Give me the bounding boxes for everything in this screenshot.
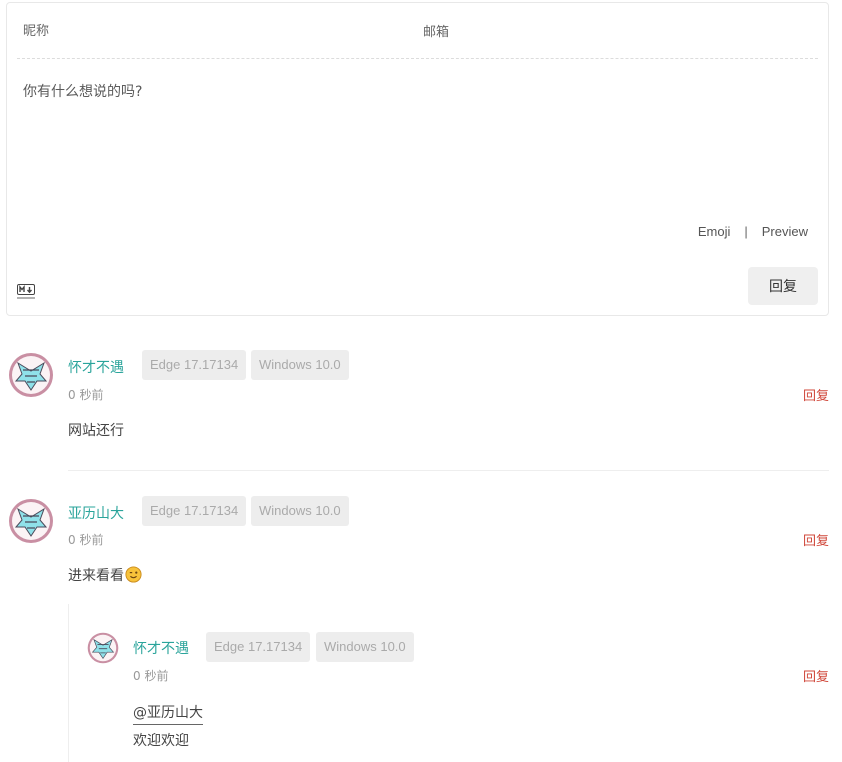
markdown-icon[interactable] [17,283,35,299]
reply-item: 怀才不遇 Edge 17.17134 Windows 10.0 0 秒前 回复 … [80,620,842,762]
comment-divider [68,470,829,471]
browser-badge: Edge 17.17134 [142,350,247,380]
os-badge: Windows 10.0 [251,350,349,380]
avatar [8,352,54,398]
comment-time: 0 秒前 [133,669,169,683]
reply-thread-line [68,604,69,762]
email-input[interactable] [417,4,822,60]
browser-badge: Edge 17.17134 [142,496,247,526]
nickname-input[interactable] [17,3,415,59]
comment-author[interactable]: 怀才不遇 [133,638,189,658]
comment-time: 0 秒前 [68,533,104,547]
comment-text: 进来看看 [68,565,142,587]
mention-link[interactable]: @亚历山大 [133,702,203,725]
reply-button[interactable]: 回复 [803,385,829,404]
comment-text-content: 进来看看 [68,568,124,584]
reply-button[interactable]: 回复 [803,666,829,685]
comment-editor[interactable] [17,73,818,203]
comment-form: Emoji | Preview 回复 [6,2,829,316]
comment-author[interactable]: 怀才不遇 [68,357,124,377]
identity-row [17,3,822,60]
comment-author[interactable]: 亚历山大 [68,503,124,523]
comment-text: 网站还行 [68,423,124,439]
comment-time: 0 秒前 [68,388,104,402]
editor-tools: Emoji | Preview [698,221,808,241]
emoji-button[interactable]: Emoji [698,224,731,239]
submit-reply-button[interactable]: 回复 [748,267,818,305]
os-badge: Windows 10.0 [251,496,349,526]
browser-badge: Edge 17.17134 [206,632,311,662]
tools-separator: | [744,223,748,239]
preview-button[interactable]: Preview [762,224,808,239]
avatar [8,498,54,544]
comment-text: 欢迎欢迎 [133,733,189,749]
comment-item: 怀才不遇 Edge 17.17134 Windows 10.0 0 秒前 回复 … [0,340,842,460]
reply-button[interactable]: 回复 [803,530,829,549]
comment-item: 亚历山大 Edge 17.17134 Windows 10.0 0 秒前 回复 … [0,486,842,596]
winking-face-emoji [125,566,142,587]
avatar [87,632,119,664]
os-badge: Windows 10.0 [316,632,414,662]
